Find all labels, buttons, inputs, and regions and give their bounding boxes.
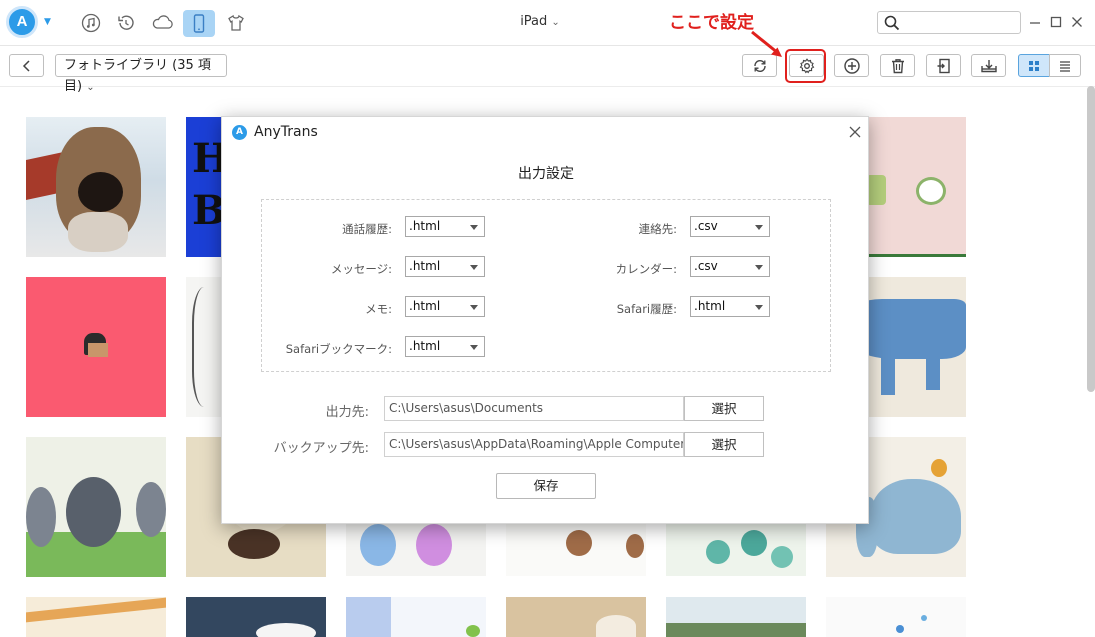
settings-highlight-box: [785, 49, 826, 83]
device-icon[interactable]: [183, 10, 215, 37]
calendar-format-select[interactable]: .csv: [690, 256, 770, 277]
photo-thumbnail[interactable]: [666, 524, 806, 576]
scrollbar[interactable]: [1087, 86, 1095, 392]
chevron-down-icon: [470, 305, 478, 310]
chevron-down-icon: ⌄: [551, 17, 560, 28]
dialog-title: AnyTrans: [254, 124, 318, 140]
list-view-icon: [1060, 60, 1070, 72]
app-logo-icon: A: [232, 125, 247, 140]
add-icon: [843, 57, 860, 74]
annotation-text: ここで設定: [669, 13, 754, 33]
grid-view-icon: [1029, 60, 1039, 71]
photo-thumbnail[interactable]: [26, 437, 166, 577]
cloud-icon[interactable]: [148, 10, 174, 36]
add-button[interactable]: [834, 54, 869, 77]
photo-thumbnail[interactable]: [666, 597, 806, 637]
output-path-label: 出力先:: [325, 405, 369, 420]
search-input[interactable]: [904, 14, 1014, 31]
export-button[interactable]: [926, 54, 961, 77]
photo-thumbnail[interactable]: [506, 597, 646, 637]
photo-thumbnail[interactable]: [346, 524, 486, 576]
chevron-down-icon: [755, 305, 763, 310]
device-name: iPad: [520, 14, 548, 29]
notes-label: メモ:: [365, 302, 392, 316]
photo-thumbnail[interactable]: [186, 597, 326, 637]
app-logo[interactable]: A: [6, 6, 38, 38]
call-history-format-select[interactable]: .html: [405, 216, 485, 237]
chevron-down-icon: [470, 265, 478, 270]
safari-history-format-select[interactable]: .html: [690, 296, 770, 317]
safari-history-label: Safari履歴:: [616, 302, 677, 316]
output-settings-dialog: A AnyTrans 出力設定 通話履歴: .html メッセージ: .html…: [221, 116, 869, 524]
contacts-format-select[interactable]: .csv: [690, 216, 770, 237]
output-browse-button[interactable]: 選択: [684, 396, 764, 421]
toolbar: フォトライブラリ (35 項目) ⌄: [0, 47, 1095, 94]
device-selector[interactable]: iPad ⌄: [500, 14, 580, 29]
back-icon: [22, 59, 30, 72]
backup-path-field[interactable]: C:\Users\asus\AppData\Roaming\Apple Comp…: [384, 432, 684, 457]
safari-bookmarks-format-select[interactable]: .html: [405, 336, 485, 357]
close-button[interactable]: [1069, 14, 1085, 30]
photo-thumbnail[interactable]: [26, 117, 166, 257]
dialog-heading: 出力設定: [518, 166, 574, 182]
download-button[interactable]: [971, 54, 1006, 77]
calendar-label: カレンダー:: [615, 262, 677, 276]
chevron-down-icon: [755, 225, 763, 230]
safari-bookmarks-label: Safariブックマーク:: [285, 342, 392, 356]
delete-button[interactable]: [880, 54, 915, 77]
chevron-down-icon: [755, 265, 763, 270]
tshirt-icon[interactable]: [223, 10, 249, 36]
back-button[interactable]: [9, 54, 44, 77]
album-selector[interactable]: フォトライブラリ (35 項目) ⌄: [55, 54, 227, 94]
output-path-field[interactable]: C:\Users\asus\Documents: [384, 396, 684, 421]
title-bar: A ▼ iPad ⌄: [0, 0, 1095, 46]
chevron-down-icon[interactable]: ▼: [44, 18, 53, 27]
search-icon: [884, 15, 900, 31]
grid-view-button[interactable]: [1018, 54, 1050, 77]
search-box[interactable]: [877, 11, 1021, 34]
list-view-button[interactable]: [1049, 54, 1081, 77]
chevron-down-icon: [470, 345, 478, 350]
photo-thumbnail[interactable]: [346, 597, 486, 637]
messages-label: メッセージ:: [330, 262, 392, 276]
photo-thumbnail[interactable]: [506, 524, 646, 576]
music-icon[interactable]: [78, 10, 104, 36]
photo-thumbnail[interactable]: [26, 277, 166, 417]
call-history-label: 通話履歴:: [342, 222, 392, 236]
backup-browse-button[interactable]: 選択: [684, 432, 764, 457]
maximize-button[interactable]: [1048, 14, 1064, 30]
history-icon[interactable]: [113, 10, 139, 36]
notes-format-select[interactable]: .html: [405, 296, 485, 317]
chevron-down-icon: ⌄: [86, 82, 95, 93]
minimize-button[interactable]: [1027, 14, 1043, 30]
close-icon[interactable]: [848, 125, 862, 139]
backup-path-label: バックアップ先:: [273, 441, 369, 456]
download-icon: [980, 59, 997, 72]
export-icon: [937, 58, 950, 73]
trash-icon: [891, 58, 904, 73]
photo-thumbnail[interactable]: [826, 597, 966, 637]
contacts-label: 連絡先:: [638, 222, 677, 236]
photo-thumbnail[interactable]: [26, 597, 166, 637]
chevron-down-icon: [470, 225, 478, 230]
annotation-arrow-icon: [751, 30, 782, 57]
messages-format-select[interactable]: .html: [405, 256, 485, 277]
save-button[interactable]: 保存: [496, 473, 596, 499]
